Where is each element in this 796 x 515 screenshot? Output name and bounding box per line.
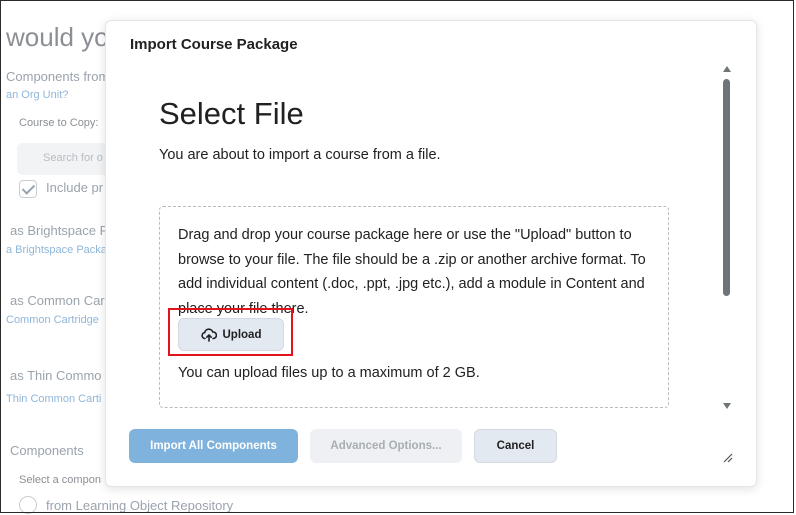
select-component-label: Select a compon <box>19 474 101 486</box>
import-course-package-dialog: Import Course Package Select File You ar… <box>105 20 757 487</box>
section-title-components: Components <box>10 443 84 458</box>
section-title-brightspace: as Brightspace P <box>10 223 109 238</box>
drop-zone-instructions: Drag and drop your course package here o… <box>178 227 646 317</box>
scroll-down-arrow[interactable] <box>723 403 731 409</box>
link-thin-common-cartridge[interactable]: Thin Common Carti <box>6 393 101 405</box>
import-all-components-button[interactable]: Import All Components <box>129 429 298 463</box>
search-placeholder: Search for o <box>43 152 103 164</box>
scroll-up-arrow[interactable] <box>723 66 731 72</box>
link-org-unit[interactable]: an Org Unit? <box>6 89 68 101</box>
upload-size-limit-text: You can upload files up to a maximum of … <box>178 365 480 381</box>
advanced-options-button[interactable]: Advanced Options... <box>310 429 462 463</box>
link-common-cartridge[interactable]: Common Cartridge <box>6 314 99 326</box>
resize-handle-icon[interactable] <box>721 451 733 463</box>
course-to-copy-label: Course to Copy: <box>19 117 99 129</box>
repository-option-label: from Learning Object Repository <box>46 498 234 513</box>
page-heading: would yo <box>6 22 109 52</box>
cloud-upload-icon <box>200 327 217 342</box>
include-label: Include pr <box>46 180 104 195</box>
intro-text: You are about to import a course from a … <box>159 147 441 163</box>
section-title-components-from: Components from <box>6 69 110 84</box>
section-title-thin-common: as Thin Commo <box>10 368 102 383</box>
include-checkbox[interactable] <box>19 180 37 198</box>
scrollbar-thumb[interactable] <box>723 79 730 296</box>
repository-radio[interactable] <box>19 496 37 514</box>
select-file-heading: Select File <box>159 96 304 131</box>
link-brightspace-package[interactable]: a Brightspace Packa <box>6 244 107 256</box>
section-title-common-cartridge: as Common Car <box>10 293 105 308</box>
cancel-button[interactable]: Cancel <box>474 429 557 463</box>
upload-button-label: Upload <box>222 328 262 341</box>
file-drop-zone[interactable]: Drag and drop your course package here o… <box>159 206 669 408</box>
dialog-title: Import Course Package <box>130 36 298 53</box>
upload-button[interactable]: Upload <box>178 318 284 351</box>
